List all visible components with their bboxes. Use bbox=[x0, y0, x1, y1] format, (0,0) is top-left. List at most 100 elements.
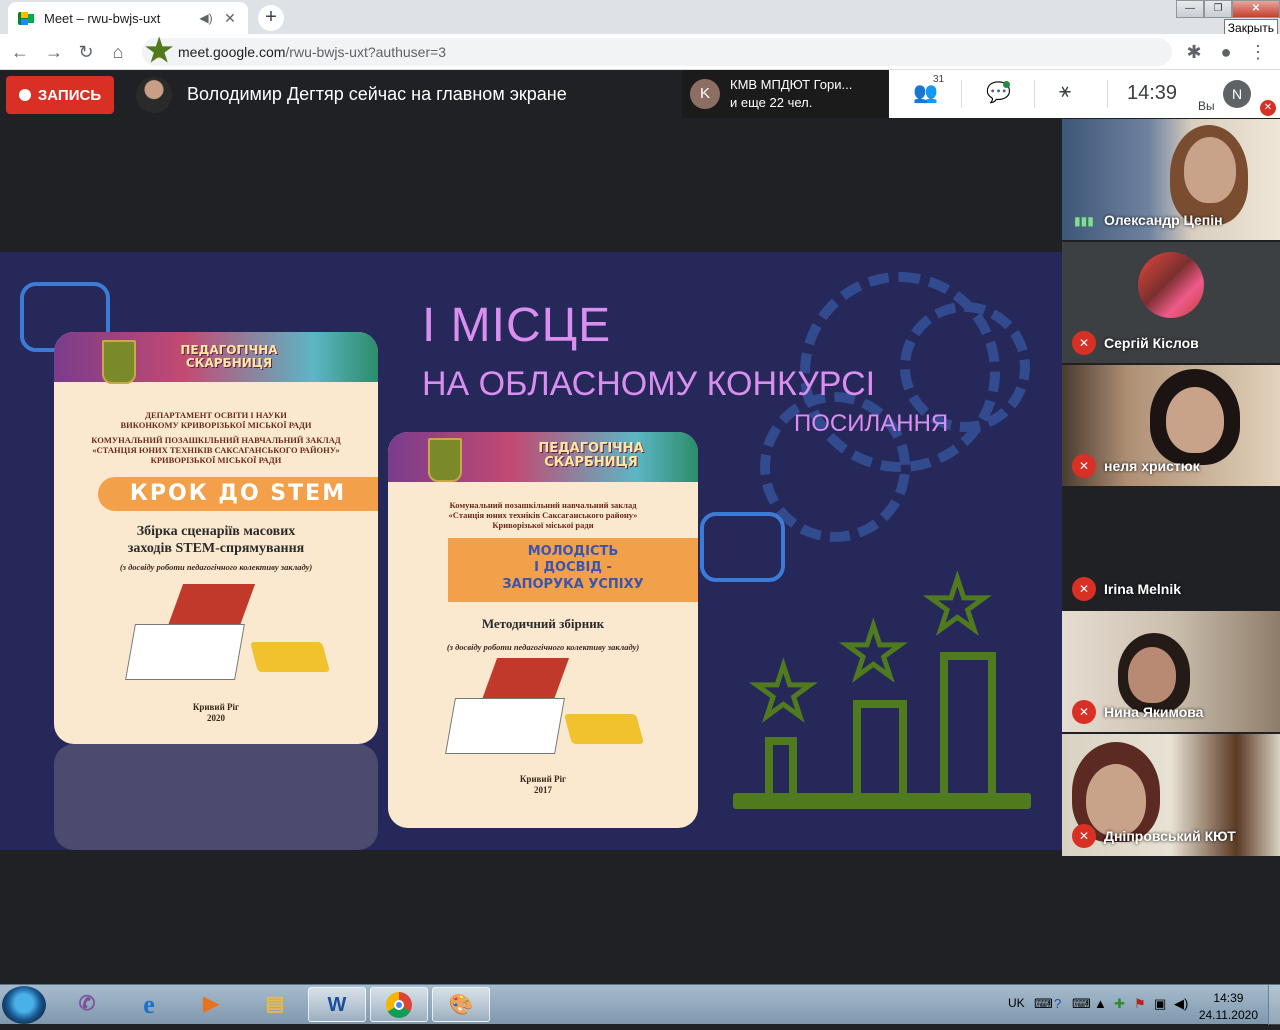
show-hidden-icons[interactable]: ▲ bbox=[1094, 996, 1107, 1011]
self-avatar[interactable]: N bbox=[1223, 80, 1251, 108]
slide-title: І МІСЦЕ bbox=[422, 299, 612, 352]
participant-name: Irina Melnik bbox=[1104, 581, 1182, 597]
viber-icon[interactable]: ✆ bbox=[58, 987, 116, 1022]
participant-face bbox=[1184, 137, 1236, 203]
mouse-illustration bbox=[563, 714, 645, 744]
book-cover-1: ПЕДАГОГІЧНА СКАРБНИЦЯ ДЕПАРТАМЕНТ ОСВІТИ… bbox=[54, 332, 378, 744]
participant-avatar bbox=[1138, 252, 1204, 318]
browser-toolbar: ← → ↻ ⌂ 🔒 meet.google.com /rwu-bwjs-uxt?… bbox=[0, 34, 1280, 70]
recording-button[interactable]: ЗАПИСЬ bbox=[6, 76, 114, 114]
presenter-avatar bbox=[136, 77, 172, 113]
mic-off-icon: ✕ bbox=[1072, 700, 1096, 724]
reload-icon[interactable]: ↻ bbox=[74, 40, 98, 64]
book-title: МОЛОДІСТЬ І ДОСВІД - ЗАПОРУКА УСПІХУ bbox=[448, 538, 698, 602]
self-mic-off-icon: ✕ bbox=[1260, 100, 1276, 116]
maximize-button[interactable]: ❐ bbox=[1204, 0, 1232, 18]
emblem-icon bbox=[428, 438, 462, 482]
audio-playing-icon[interactable]: ◀) bbox=[198, 11, 214, 25]
participant-face bbox=[1128, 647, 1176, 703]
meet-window: ЗАПИСЬ Володимир Дегтяр сейчас на главно… bbox=[0, 70, 1280, 984]
browser-tab[interactable]: Meet – rwu-bwjs-uxt ◀) ✕ bbox=[8, 2, 248, 34]
divider bbox=[1034, 80, 1035, 108]
taskbar-date: 24.11.2020 bbox=[1198, 1008, 1258, 1022]
mouse-illustration bbox=[249, 642, 331, 672]
menu-kebab-icon[interactable]: ⋮ bbox=[1246, 40, 1270, 64]
participant-chip[interactable]: K КМВ МПДЮТ Гори... и еще 22 чел. bbox=[682, 70, 888, 118]
notebook-illustration bbox=[125, 624, 245, 680]
help-icon[interactable]: ? bbox=[1054, 996, 1061, 1011]
taskbar-time: 14:39 bbox=[1213, 991, 1244, 1005]
chip-name: КМВ МПДЮТ Гори... bbox=[730, 77, 853, 92]
growth-bar-icon bbox=[853, 700, 907, 793]
meet-logo-icon bbox=[18, 11, 34, 25]
participant-tile[interactable]: ✕ Irina Melnik bbox=[1062, 488, 1280, 609]
window-controls: — ❐ ✕ bbox=[1176, 0, 1280, 18]
tab-close-icon[interactable]: ✕ bbox=[222, 10, 238, 27]
language-indicator[interactable]: UK bbox=[1008, 996, 1025, 1010]
dept-text: ДЕПАРТАМЕНТ ОСВІТИ І НАУКИ ВИКОНКОМУ КРИ… bbox=[120, 410, 312, 431]
notebook-illustration bbox=[445, 698, 565, 754]
start-button[interactable] bbox=[2, 986, 46, 1024]
chrome-icon[interactable] bbox=[370, 987, 428, 1022]
address-bar[interactable]: 🔒 meet.google.com /rwu-bwjs-uxt?authuser… bbox=[142, 38, 1172, 66]
media-player-icon[interactable]: ▶ bbox=[182, 987, 240, 1022]
window-close-button[interactable]: ✕ bbox=[1232, 0, 1280, 18]
chip-avatar: K bbox=[690, 79, 720, 109]
new-tab-button[interactable]: + bbox=[258, 5, 284, 31]
url-host: meet.google.com bbox=[178, 44, 286, 60]
bookmark-star-icon[interactable]: ☆ bbox=[149, 41, 168, 62]
book-footer: Кривий Ріг 2020 bbox=[192, 702, 240, 723]
participant-tile[interactable]: ✕ Нина Якимова bbox=[1062, 611, 1280, 732]
internet-explorer-icon[interactable]: e bbox=[120, 987, 178, 1022]
volume-icon[interactable]: ◀) bbox=[1174, 996, 1188, 1012]
meeting-clock: 14:39 bbox=[1127, 82, 1178, 104]
paint-icon[interactable]: 🎨 bbox=[432, 987, 490, 1022]
book-cover-2: ПЕДАГОГІЧНА СКАРБНИЦЯ Комунальний позашк… bbox=[388, 432, 698, 828]
back-icon[interactable]: ← bbox=[8, 40, 32, 64]
growth-bar-icon bbox=[765, 737, 797, 793]
show-desktop-button[interactable] bbox=[1268, 985, 1280, 1025]
mic-off-icon: ✕ bbox=[1072, 454, 1096, 478]
divider bbox=[1107, 80, 1108, 108]
book-subtitle: Збірка сценаріїв масових заходів STEM-сп… bbox=[127, 524, 305, 556]
emblem-icon bbox=[102, 340, 136, 384]
security-icon[interactable]: ✚ bbox=[1114, 996, 1125, 1012]
participant-tile[interactable]: ✕ неля христюк bbox=[1062, 365, 1280, 486]
star-icon: ★ bbox=[924, 566, 992, 644]
star-icon: ★ bbox=[840, 613, 908, 691]
browser-titlebar: Meet – rwu-bwjs-uxt ◀) ✕ + — ❐ ✕ Закрыть bbox=[0, 0, 1280, 37]
recording-label: ЗАПИСЬ bbox=[37, 86, 102, 104]
participants-count: 31 bbox=[933, 74, 945, 85]
extensions-icon[interactable]: ✱ bbox=[1182, 40, 1206, 64]
participant-name: Олександр Цепін bbox=[1104, 212, 1223, 228]
file-explorer-icon[interactable]: ▤ bbox=[246, 987, 304, 1022]
network-icon[interactable]: ▣ bbox=[1154, 996, 1166, 1012]
url-path: /rwu-bwjs-uxt?authuser=3 bbox=[285, 44, 447, 60]
forward-icon[interactable]: → bbox=[42, 40, 66, 64]
keyboard-icon[interactable]: ⌨ bbox=[1034, 996, 1053, 1012]
series-label: ПЕДАГОГІЧНА СКАРБНИЦЯ bbox=[180, 343, 278, 370]
participant-name: Сергій Кіслов bbox=[1104, 335, 1199, 351]
participant-tile[interactable]: ✕ Сергій Кіслов bbox=[1062, 242, 1280, 363]
slide-link[interactable]: ПОСИЛАННЯ bbox=[794, 410, 948, 438]
participant-tile[interactable]: ✕ Дніпровський КЮТ bbox=[1062, 734, 1280, 856]
taskbar-clock[interactable]: 14:39 24.11.2020 bbox=[1199, 990, 1258, 1024]
word-icon[interactable]: W bbox=[308, 987, 366, 1022]
minimize-button[interactable]: — bbox=[1176, 0, 1204, 18]
divider bbox=[961, 80, 962, 108]
input-icon[interactable]: ⌨ bbox=[1072, 996, 1091, 1012]
record-dot-icon bbox=[18, 89, 31, 101]
presenting-banner: Володимир Дегтяр сейчас на главном экран… bbox=[187, 84, 567, 104]
action-center-icon[interactable]: ⚑ bbox=[1134, 996, 1146, 1012]
robot-decoration-icon bbox=[700, 512, 785, 582]
book-note: (з досвіду роботи педагогічного колектив… bbox=[119, 562, 313, 572]
profile-icon[interactable]: ● bbox=[1214, 40, 1238, 64]
participant-tile[interactable]: ▮▮▮ Олександр Цепін bbox=[1062, 119, 1280, 240]
star-icon: ★ bbox=[750, 653, 818, 731]
book-footer: Кривий Ріг 2017 bbox=[519, 774, 567, 795]
activities-icon[interactable]: ⚹ bbox=[1059, 80, 1071, 103]
home-icon[interactable]: ⌂ bbox=[106, 40, 130, 64]
presentation-slide: І МІСЦЕ НА ОБЛАСНОМУ КОНКУРСІ ПОСИЛАННЯ … bbox=[0, 252, 1062, 850]
series-label: ПЕДАГОГІЧНА СКАРБНИЦЯ bbox=[538, 441, 644, 470]
tab-title: Meet – rwu-bwjs-uxt bbox=[44, 10, 161, 26]
